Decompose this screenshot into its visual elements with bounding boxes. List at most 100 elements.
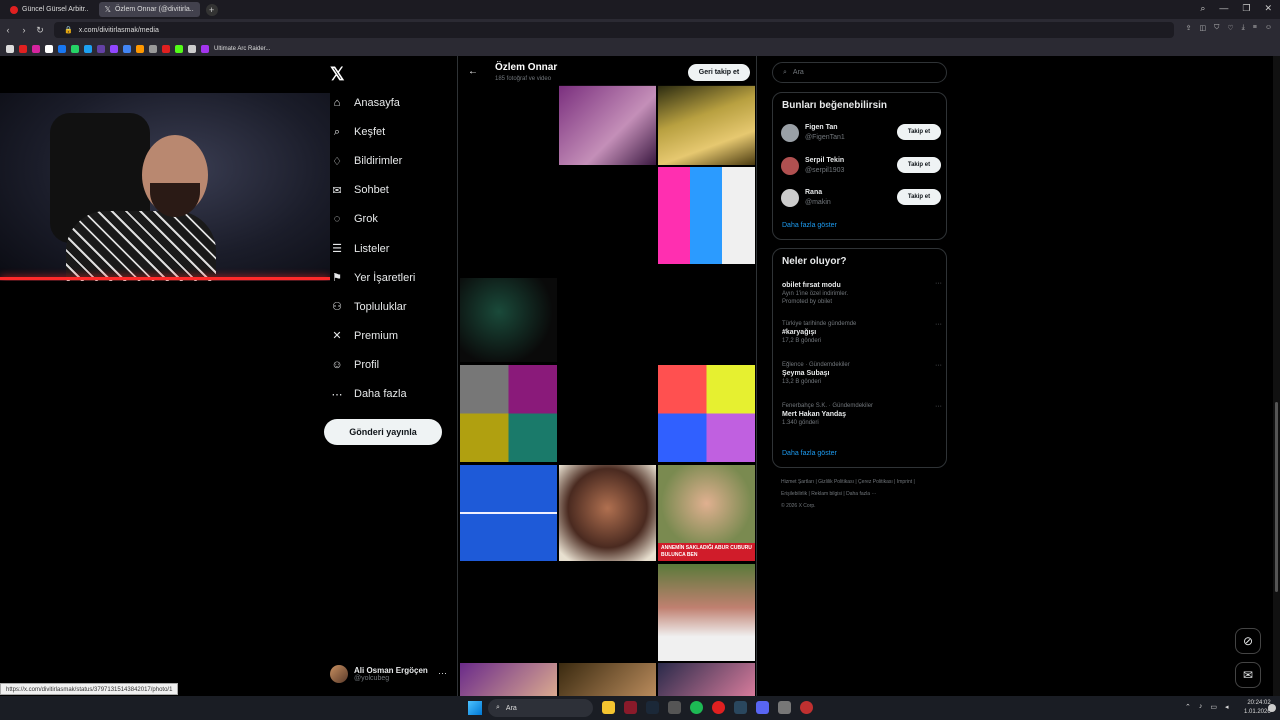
media-photo[interactable] (658, 365, 755, 462)
more-icon[interactable]: ··· (935, 362, 942, 369)
facebook-icon[interactable] (58, 44, 66, 53)
close-icon[interactable]: ✕ (1264, 3, 1272, 14)
bookmark-label[interactable]: Ultimate Arc Raider... (214, 46, 270, 52)
media-photo[interactable] (658, 663, 755, 696)
opera-icon[interactable] (712, 701, 725, 714)
heart-icon[interactable]: ♡ (1227, 24, 1233, 32)
discord-icon[interactable] (756, 701, 769, 714)
reload-icon[interactable]: ↻ (32, 25, 48, 36)
google-icon[interactable] (123, 44, 131, 53)
app-icon[interactable] (800, 701, 813, 714)
more-icon[interactable]: ··· (935, 280, 942, 287)
app-icon[interactable] (668, 701, 681, 714)
trend-item[interactable]: obilet fırsat modu Ayın 1'ine özel indiri… (782, 280, 942, 305)
url-input[interactable]: 🔒 x.com/divitirlasmak/media (54, 22, 1174, 38)
back-arrow-icon[interactable]: ← (468, 66, 478, 77)
whatsapp-icon[interactable] (71, 44, 79, 53)
footer-links[interactable]: Hizmet Şartları | Gizlilik Politikası | … (781, 476, 941, 512)
media-photo[interactable] (658, 85, 755, 165)
notification-icon[interactable] (1268, 704, 1276, 712)
tab-guncel[interactable]: Güncel Gürsel Arbitr.. (4, 2, 95, 17)
camera-icon[interactable]: ◫ (1199, 24, 1206, 32)
scrollbar[interactable] (1273, 56, 1280, 696)
bookmark-icon[interactable] (162, 44, 170, 53)
tab-ozlem[interactable]: 𝕏 Özlem Onnar (@divitirla.. (98, 2, 200, 17)
search-input[interactable]: ⌕ Ara (772, 62, 947, 83)
file-explorer-icon[interactable] (602, 701, 615, 714)
youtube-icon[interactable] (19, 44, 27, 53)
more-icon[interactable]: ··· (438, 668, 447, 678)
nav-item-8[interactable]: ✕ Premium (330, 325, 398, 347)
post-button[interactable]: Gönderi yayınla (324, 419, 442, 445)
footer-link-list[interactable]: Hizmet Şartları | Gizlilik Politikası | … (781, 476, 941, 500)
steam-icon[interactable] (734, 701, 747, 714)
avatar[interactable] (781, 124, 799, 142)
trend-item[interactable]: Eğlence · Gündemdekiler Şeyma Subaşı 13,2 … (782, 362, 942, 385)
more-icon[interactable]: ··· (935, 321, 942, 328)
follow-button[interactable]: Takip et (897, 124, 941, 140)
volume-icon[interactable]: ◂ (1225, 703, 1229, 711)
media-photo[interactable] (559, 465, 656, 561)
forward-icon[interactable]: › (16, 25, 32, 35)
nav-item-2[interactable]: ♢ Bildirimler (330, 150, 402, 172)
search-icon[interactable]: ⌕ (1200, 3, 1205, 14)
twitch-icon[interactable] (97, 44, 105, 53)
follow-button[interactable]: Takip et (897, 189, 941, 205)
avatar[interactable] (781, 156, 799, 175)
show-more-link[interactable]: Daha fazla göster (782, 450, 837, 457)
profile-icon[interactable]: ☺ (1265, 24, 1272, 32)
menu-icon[interactable]: ≡ (1253, 24, 1257, 32)
bookmark-icon[interactable] (149, 44, 157, 53)
bookmark-icon[interactable] (201, 44, 209, 53)
mic-icon[interactable]: ♪ (1199, 703, 1203, 711)
media-photo[interactable] (559, 663, 656, 696)
media-photo-meme[interactable]: ANNEMİN SAKLADIĞI ABUR CUBURU BULUNCA BE… (658, 465, 755, 561)
suggested-user[interactable]: Serpil Tekin @serpil1903 Takip et (781, 155, 941, 177)
media-photo[interactable] (460, 465, 557, 561)
nav-item-1[interactable]: ⌕ Keşfet (330, 121, 385, 143)
grok-icon[interactable]: ⊘ (1235, 628, 1261, 654)
media-photo[interactable] (658, 564, 755, 661)
bookmark-icon[interactable] (136, 44, 144, 53)
media-photo[interactable] (460, 278, 557, 362)
avatar[interactable] (781, 189, 799, 207)
nav-item-4[interactable]: ◌ Grok (330, 208, 378, 230)
nav-item-7[interactable]: ⚇ Topluluklar (330, 296, 407, 318)
spotify-icon[interactable] (690, 701, 703, 714)
minimize-icon[interactable]: — (1219, 3, 1228, 14)
trend-item[interactable]: Fenerbahçe S.K. · Gündemdekiler Mert Haka… (782, 403, 942, 426)
bookmark-icon[interactable] (6, 44, 14, 53)
maximize-icon[interactable]: ❐ (1242, 3, 1250, 14)
media-photo[interactable] (460, 365, 557, 462)
back-icon[interactable]: ‹ (0, 25, 16, 35)
app-icon[interactable] (624, 701, 637, 714)
nav-item-6[interactable]: ⚑ Yer İşaretleri (330, 267, 415, 289)
windows-start-icon[interactable] (468, 701, 482, 715)
follow-back-button[interactable]: Geri takip et (688, 64, 750, 81)
trend-item[interactable]: Türkiye tarihinde gündemde #karyağışı 17,2… (782, 321, 942, 344)
scrollbar-thumb[interactable] (1275, 402, 1278, 592)
show-more-link[interactable]: Daha fazla göster (782, 222, 837, 229)
chevron-up-icon[interactable]: ⌃ (1185, 703, 1191, 711)
new-tab-button[interactable]: + (205, 3, 218, 16)
steam-icon[interactable] (646, 701, 659, 714)
media-photo[interactable] (559, 85, 656, 165)
nav-item-10[interactable]: ⋯ Daha fazla (330, 383, 407, 405)
nav-item-9[interactable]: ☺ Profil (330, 354, 379, 376)
more-icon[interactable]: ··· (935, 403, 942, 410)
account-switcher[interactable]: Ali Osman Ergöçen @yolcubeg ··· (330, 660, 455, 688)
network-icon[interactable]: ▭ (1210, 703, 1217, 711)
follow-button[interactable]: Takip et (897, 156, 941, 173)
shield-icon[interactable]: ⛉ (1214, 24, 1219, 32)
share-icon[interactable]: ⇪ (1186, 24, 1192, 32)
nav-item-3[interactable]: ✉ Sohbet (330, 179, 388, 201)
x-icon[interactable] (45, 44, 53, 53)
app-icon[interactable] (778, 701, 791, 714)
discord-icon[interactable] (110, 44, 118, 53)
taskbar-search[interactable]: ⌕ Ara (488, 699, 593, 717)
nav-item-5[interactable]: ☰ Listeler (330, 238, 389, 260)
suggested-user[interactable]: Rana @makin Takip et (781, 187, 941, 209)
download-icon[interactable]: ⤓ (1242, 24, 1245, 32)
media-photo[interactable] (460, 663, 557, 696)
twitter-icon[interactable] (84, 44, 92, 53)
